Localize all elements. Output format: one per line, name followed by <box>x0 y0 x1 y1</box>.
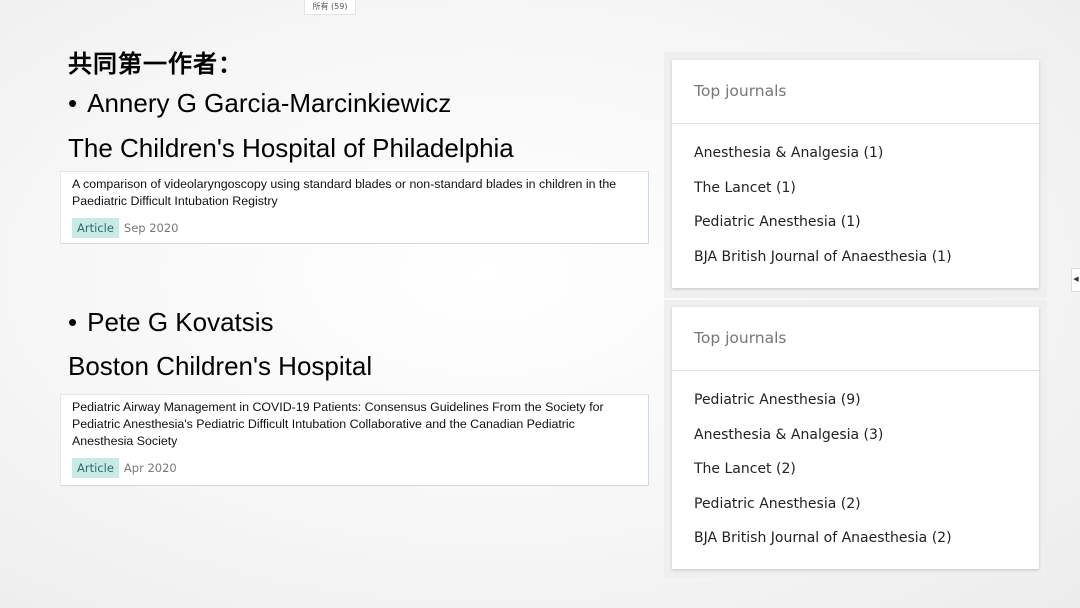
author-affiliation-2: Boston Children's Hospital <box>68 351 373 381</box>
journal-item[interactable]: BJA British Journal of Anaesthesia (1) <box>694 240 1017 275</box>
journal-item[interactable]: Anesthesia & Analgesia (3) <box>694 418 1017 453</box>
bullet: • <box>68 307 78 337</box>
journal-item[interactable]: BJA British Journal of Anaesthesia (2) <box>694 521 1017 556</box>
panel-title: Top journals <box>672 60 1039 124</box>
page-title: 共同第一作者： <box>68 50 243 78</box>
article-type-badge: Article <box>72 218 119 238</box>
journal-item[interactable]: The Lancet (2) <box>694 452 1017 487</box>
tab-all[interactable]: 所有 (59) <box>304 0 356 15</box>
article-meta: Article Sep 2020 <box>72 218 638 238</box>
top-journals-panel-2: Top journals Pediatric Anesthesia (9) An… <box>672 307 1039 569</box>
author-name-2: • Pete G Kovatsis <box>68 307 274 338</box>
author-name-text: Annery G Garcia-Marcinkiewicz <box>87 88 452 118</box>
journal-item[interactable]: The Lancet (1) <box>694 171 1017 206</box>
journal-item[interactable]: Pediatric Anesthesia (1) <box>694 205 1017 240</box>
article-title[interactable]: Pediatric Airway Management in COVID-19 … <box>72 399 638 450</box>
bullet: • <box>68 88 78 118</box>
journal-item[interactable]: Anesthesia & Analgesia (1) <box>694 136 1017 171</box>
journal-item[interactable]: Pediatric Anesthesia (2) <box>694 487 1017 522</box>
journal-item[interactable]: Pediatric Anesthesia (9) <box>694 383 1017 418</box>
author-name-1: • Annery G Garcia-Marcinkiewicz <box>68 88 451 119</box>
journals-panel-wrap-2: Top journals Pediatric Anesthesia (9) An… <box>664 300 1047 577</box>
article-card-1[interactable]: A comparison of videolaryngoscopy using … <box>60 171 649 244</box>
article-title[interactable]: A comparison of videolaryngoscopy using … <box>72 176 638 210</box>
panel-title: Top journals <box>672 307 1039 371</box>
article-meta: Article Apr 2020 <box>72 458 638 478</box>
journal-list: Pediatric Anesthesia (9) Anesthesia & An… <box>672 371 1039 564</box>
article-type-badge: Article <box>72 458 119 478</box>
journal-list: Anesthesia & Analgesia (1) The Lancet (1… <box>672 124 1039 282</box>
author-affiliation-1: The Children's Hospital of Philadelphia <box>68 133 514 163</box>
article-card-2[interactable]: Pediatric Airway Management in COVID-19 … <box>60 394 649 486</box>
top-journals-panel-1: Top journals Anesthesia & Analgesia (1) … <box>672 60 1039 288</box>
caret-left-icon[interactable]: ◀ <box>1071 268 1080 292</box>
author-name-text: Pete G Kovatsis <box>87 307 274 337</box>
article-date: Sep 2020 <box>123 221 179 235</box>
journals-panel-wrap-1: Top journals Anesthesia & Analgesia (1) … <box>664 52 1047 298</box>
article-date: Apr 2020 <box>123 461 177 475</box>
